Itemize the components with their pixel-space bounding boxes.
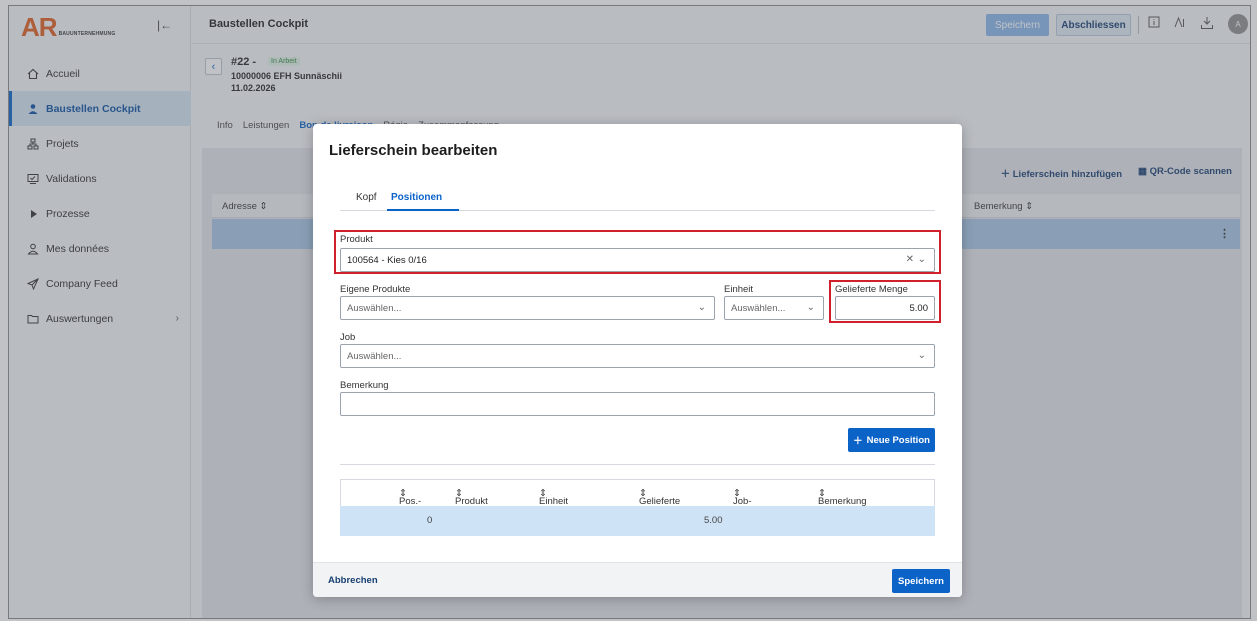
plus-icon: ＋ [853,436,863,447]
einheit-select[interactable]: Auswählen... ⌄ [724,296,824,320]
cell-pos-nr: 0 [427,515,433,526]
column-pos-nr[interactable]: Pos.-Nr. ⇕ [399,488,421,518]
cancel-button[interactable]: Abbrechen [328,575,378,586]
column-bemerkung[interactable]: Bemerkung ⇕ [818,488,867,507]
bemerkung-input[interactable] [340,392,935,416]
bemerkung-label: Bemerkung [340,380,389,391]
highlight-box-produkt [334,230,941,274]
chevron-down-icon: ⌄ [806,302,815,313]
column-produkt[interactable]: Produkt ⇕ [455,488,488,507]
table-row[interactable]: 0 5.00 [340,506,935,536]
column-einheit[interactable]: Einheit ⇕ [539,488,568,507]
tab-kopf[interactable]: Kopf [356,192,377,203]
highlight-box-menge [829,280,941,323]
dialog-title: Lieferschein bearbeiten [329,142,498,159]
edit-delivery-note-dialog: Lieferschein bearbeiten Kopf Positionen … [313,124,962,597]
column-gelieferte-menge[interactable]: Gelieferte Menge ⇕ [639,488,680,518]
active-tab-indicator [387,209,459,211]
new-position-label: Neue Position [866,434,930,446]
tab-positionen[interactable]: Positionen [391,192,442,203]
dialog-tabs: Kopf Positionen [340,186,935,211]
dialog-save-button[interactable]: Speichern [892,569,950,593]
job-placeholder: Auswählen... [347,350,402,362]
job-label: Job [340,332,356,343]
job-select[interactable]: Auswählen... ⌄ [340,344,935,368]
divider [340,464,935,465]
eigene-produkte-select[interactable]: Auswählen... ⌄ [340,296,715,320]
eigene-produkte-label: Eigene Produkte [340,284,411,295]
new-position-button[interactable]: ＋ Neue Position [848,428,935,452]
column-job-code[interactable]: Job-Code ⇕ [733,488,756,518]
einheit-placeholder: Auswählen... [731,302,786,314]
cell-gelieferte-menge: 5.00 [704,515,723,526]
positions-table-header: Pos.-Nr. ⇕ Produkt ⇕ Einheit ⇕ Geliefert… [340,479,935,518]
chevron-down-icon: ⌄ [697,302,706,313]
einheit-label: Einheit [724,284,754,295]
dialog-footer: Abbrechen Speichern [313,562,962,597]
chevron-down-icon: ⌄ [917,350,926,361]
eigene-produkte-placeholder: Auswählen... [347,302,402,314]
